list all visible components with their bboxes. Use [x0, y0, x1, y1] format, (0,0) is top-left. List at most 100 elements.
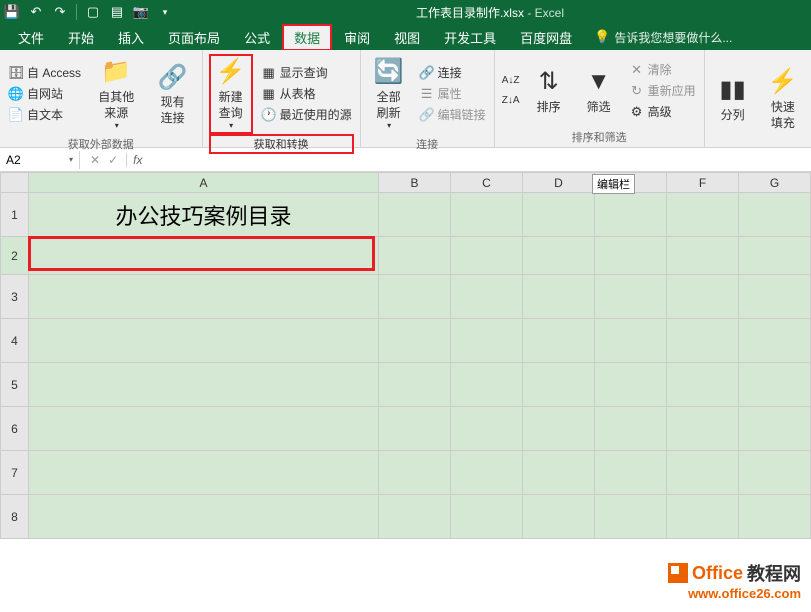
- cell[interactable]: [451, 193, 523, 237]
- cell[interactable]: [523, 319, 595, 363]
- cell[interactable]: [595, 495, 667, 539]
- cell[interactable]: [667, 275, 739, 319]
- from-other-sources-button[interactable]: 自其他来源 ▾: [89, 54, 144, 134]
- cell[interactable]: [29, 319, 379, 363]
- cell[interactable]: [523, 363, 595, 407]
- filter-button[interactable]: 筛选: [577, 54, 621, 127]
- cell-a1[interactable]: 办公技巧案例目录: [29, 193, 379, 237]
- sort-desc-button[interactable]: [501, 92, 521, 110]
- cell[interactable]: [667, 237, 739, 275]
- cell[interactable]: [595, 407, 667, 451]
- cell[interactable]: [29, 275, 379, 319]
- cell[interactable]: [523, 275, 595, 319]
- existing-connections-button[interactable]: 现有连接: [150, 54, 196, 134]
- tab-review[interactable]: 审阅: [332, 24, 382, 51]
- row-header-1[interactable]: 1: [1, 193, 29, 237]
- cell[interactable]: [667, 319, 739, 363]
- tab-formulas[interactable]: 公式: [232, 24, 282, 51]
- name-box[interactable]: A2 ▾: [0, 151, 80, 169]
- cell[interactable]: [29, 363, 379, 407]
- quickprint-icon[interactable]: ▤: [109, 4, 125, 20]
- cell[interactable]: [595, 363, 667, 407]
- edit-links-button[interactable]: 编辑链接: [417, 105, 488, 124]
- cell[interactable]: [667, 451, 739, 495]
- col-header-b[interactable]: B: [379, 173, 451, 193]
- cell[interactable]: [523, 193, 595, 237]
- tab-home[interactable]: 开始: [56, 24, 106, 51]
- enter-icon[interactable]: ✓: [108, 153, 118, 167]
- cancel-icon[interactable]: ✕: [90, 153, 100, 167]
- row-header-7[interactable]: 7: [1, 451, 29, 495]
- cell-a2-selected[interactable]: [29, 237, 379, 275]
- cell[interactable]: [29, 407, 379, 451]
- save-icon[interactable]: 💾: [4, 4, 20, 20]
- fx-icon[interactable]: fx: [126, 153, 142, 167]
- cell[interactable]: [595, 237, 667, 275]
- cell[interactable]: [739, 451, 811, 495]
- new-icon[interactable]: ▢: [85, 4, 101, 20]
- new-query-button[interactable]: 新建 查询 ▾: [209, 54, 253, 134]
- advanced-filter-button[interactable]: 高级: [627, 102, 698, 121]
- clear-filter-button[interactable]: 清除: [627, 60, 698, 79]
- cell[interactable]: [379, 275, 451, 319]
- cell[interactable]: [523, 451, 595, 495]
- cell[interactable]: [523, 237, 595, 275]
- cell[interactable]: [451, 407, 523, 451]
- cell[interactable]: [739, 237, 811, 275]
- tab-developer[interactable]: 开发工具: [432, 24, 508, 51]
- tab-baidu[interactable]: 百度网盘: [508, 24, 584, 51]
- row-header-5[interactable]: 5: [1, 363, 29, 407]
- sort-asc-button[interactable]: [501, 72, 521, 90]
- sort-button[interactable]: 排序: [527, 54, 571, 127]
- tab-data[interactable]: 数据: [282, 24, 332, 51]
- from-table-button[interactable]: 从表格: [259, 84, 354, 103]
- tab-pagelayout[interactable]: 页面布局: [156, 24, 232, 51]
- cell[interactable]: [739, 193, 811, 237]
- cell[interactable]: [523, 407, 595, 451]
- camera-icon[interactable]: 📷: [133, 4, 149, 20]
- cell[interactable]: [739, 275, 811, 319]
- tab-file[interactable]: 文件: [6, 24, 56, 51]
- cell[interactable]: [451, 363, 523, 407]
- tab-insert[interactable]: 插入: [106, 24, 156, 51]
- col-header-f[interactable]: F: [667, 173, 739, 193]
- cell[interactable]: [379, 451, 451, 495]
- row-header-4[interactable]: 4: [1, 319, 29, 363]
- text-to-columns-button[interactable]: 分列: [711, 54, 755, 143]
- col-header-a[interactable]: A: [29, 173, 379, 193]
- cell[interactable]: [667, 495, 739, 539]
- row-header-6[interactable]: 6: [1, 407, 29, 451]
- spreadsheet-grid[interactable]: 编辑栏 A B C D E F G 1 办公技巧案例目录 2 3 4: [0, 172, 811, 612]
- flash-fill-button[interactable]: 快速填充: [761, 54, 805, 143]
- cell[interactable]: [739, 319, 811, 363]
- connections-button[interactable]: 连接: [417, 63, 488, 82]
- from-web-button[interactable]: 自网站: [6, 84, 83, 103]
- cell[interactable]: [451, 275, 523, 319]
- from-text-button[interactable]: 自文本: [6, 105, 83, 124]
- cell[interactable]: [29, 451, 379, 495]
- refresh-all-button[interactable]: 全部刷新 ▾: [367, 54, 411, 134]
- cell[interactable]: [451, 319, 523, 363]
- row-header-2[interactable]: 2: [1, 237, 29, 275]
- cell[interactable]: [379, 407, 451, 451]
- redo-icon[interactable]: ↷: [52, 4, 68, 20]
- cell[interactable]: [595, 319, 667, 363]
- from-access-button[interactable]: 自 Access: [6, 63, 83, 82]
- cell[interactable]: [29, 495, 379, 539]
- cell[interactable]: [667, 193, 739, 237]
- cell[interactable]: [739, 363, 811, 407]
- cell[interactable]: [379, 319, 451, 363]
- cell[interactable]: [379, 495, 451, 539]
- properties-button[interactable]: 属性: [417, 84, 488, 103]
- col-header-g[interactable]: G: [739, 173, 811, 193]
- cell[interactable]: [379, 363, 451, 407]
- cell[interactable]: [595, 275, 667, 319]
- cell[interactable]: [595, 193, 667, 237]
- cell[interactable]: [379, 237, 451, 275]
- cell[interactable]: [451, 495, 523, 539]
- show-queries-button[interactable]: 显示查询: [259, 63, 354, 82]
- qat-dropdown-icon[interactable]: ▾: [157, 4, 173, 20]
- cell[interactable]: [451, 237, 523, 275]
- cell[interactable]: [379, 193, 451, 237]
- cell[interactable]: [451, 451, 523, 495]
